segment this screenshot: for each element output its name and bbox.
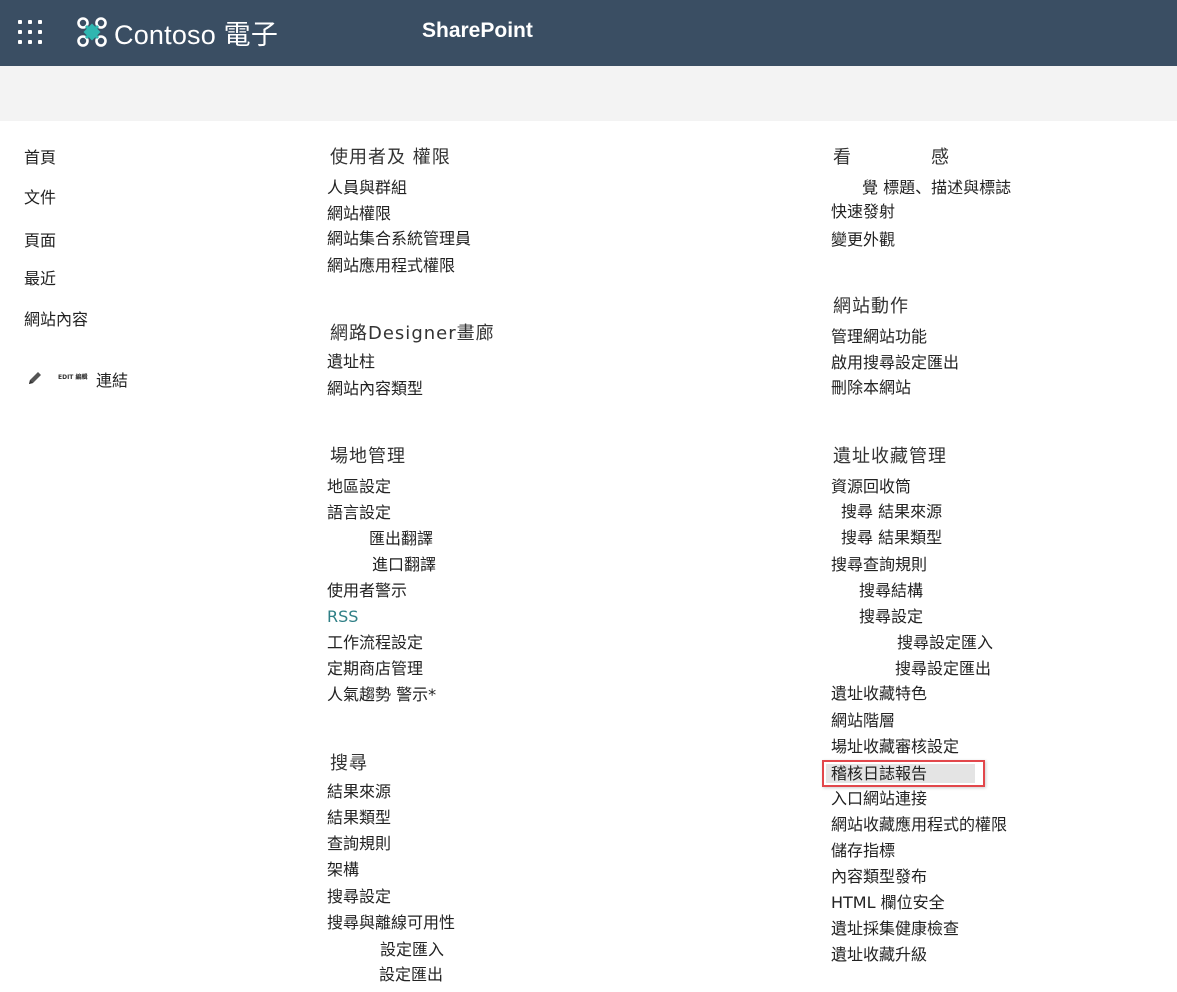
settings-link[interactable]: 網站應用程式權限 (327, 256, 455, 276)
settings-link[interactable]: 搜尋設定匯入 (897, 633, 993, 653)
nav-item-documents[interactable]: 文件 (24, 188, 56, 208)
nav-item-recent[interactable]: 最近 (24, 269, 56, 289)
settings-link[interactable]: 遺址採集健康檢查 (831, 919, 959, 939)
section-heading: 場地管理 (330, 446, 406, 467)
settings-link[interactable]: 設定匯出 (379, 965, 443, 985)
settings-link[interactable]: 網站階層 (831, 711, 895, 731)
app-name[interactable]: SharePoint (422, 19, 533, 43)
nav-item-pages[interactable]: 頁面 (24, 231, 56, 251)
edit-links-link[interactable]: 連結 (96, 371, 128, 391)
section-heading: 遺址收藏管理 (833, 446, 947, 467)
settings-link[interactable]: 遺址柱 (327, 352, 375, 372)
settings-link[interactable]: 結果來源 (327, 782, 391, 802)
settings-link[interactable]: 搜尋 結果來源 (841, 502, 942, 522)
settings-link[interactable]: 網站權限 (327, 204, 391, 224)
settings-link[interactable]: 搜尋設定匯出 (895, 659, 991, 679)
settings-link[interactable]: 啟用搜尋設定匯出 (831, 353, 959, 373)
settings-link[interactable]: 搜尋結構 (859, 581, 923, 601)
nav-item-site-contents[interactable]: 網站內容 (24, 310, 88, 330)
settings-link[interactable]: 進口翻譯 (372, 555, 436, 575)
settings-link[interactable]: 場址收藏審核設定 (831, 737, 959, 757)
settings-link[interactable]: 搜尋與離線可用性 (327, 913, 455, 933)
pencil-icon[interactable] (26, 369, 44, 387)
section-heading: 搜尋 (330, 753, 368, 774)
settings-link[interactable]: HTML 欄位安全 (831, 893, 945, 913)
section-heading: 網路Designer畫廊 (330, 323, 495, 344)
settings-link[interactable]: 語言設定 (327, 503, 391, 523)
settings-link[interactable]: 架構 (327, 860, 359, 880)
settings-link[interactable]: 工作流程設定 (327, 633, 423, 653)
settings-link[interactable]: 搜尋 結果類型 (841, 528, 942, 548)
rss-link[interactable]: RSS (327, 607, 358, 627)
settings-link[interactable]: 搜尋設定 (859, 607, 923, 627)
settings-link[interactable]: 管理網站功能 (831, 327, 927, 347)
audit-log-reports-link[interactable]: 稽核日誌報告 (831, 764, 927, 784)
command-bar (0, 66, 1177, 121)
settings-link[interactable]: 覺 標題、描述與標誌 (862, 178, 1011, 198)
settings-link[interactable]: 人氣趨勢 警示* (327, 685, 436, 705)
settings-link[interactable]: 地區設定 (327, 477, 391, 497)
edit-tag: EDIT 編輯 (58, 374, 88, 381)
settings-link[interactable]: 定期商店管理 (327, 659, 423, 679)
settings-link[interactable]: 匯出翻譯 (369, 529, 433, 549)
section-heading: 網站動作 (833, 296, 909, 317)
settings-link[interactable]: 刪除本網站 (831, 378, 911, 398)
settings-link[interactable]: 內容類型發布 (831, 867, 927, 887)
settings-link[interactable]: 網站內容類型 (327, 379, 423, 399)
section-heading: 使用者及 權限 (330, 147, 451, 168)
settings-link[interactable]: 資源回收筒 (831, 477, 911, 497)
settings-link[interactable]: 搜尋查詢規則 (831, 555, 927, 575)
section-heading: 看 (833, 147, 852, 168)
settings-link[interactable]: 人員與群組 (327, 178, 407, 198)
settings-link[interactable]: 結果類型 (327, 808, 391, 828)
settings-link[interactable]: 使用者警示 (327, 581, 407, 601)
settings-link[interactable]: 變更外觀 (831, 230, 895, 250)
section-heading: 感 (931, 147, 950, 168)
settings-link[interactable]: 設定匯入 (380, 940, 444, 960)
settings-link[interactable]: 儲存指標 (831, 841, 895, 861)
settings-link[interactable]: 搜尋設定 (327, 887, 391, 907)
settings-link[interactable]: 快速發射 (831, 202, 895, 222)
settings-link[interactable]: 入口網站連接 (831, 789, 927, 809)
settings-link[interactable]: 網站集合系統管理員 (327, 229, 471, 249)
settings-link[interactable]: 網站收藏應用程式的權限 (831, 815, 1007, 835)
settings-link[interactable]: 查詢規則 (327, 834, 391, 854)
settings-link[interactable]: 遺址收藏升級 (831, 945, 927, 965)
suite-bar: Contoso 電子 SharePoint (0, 0, 1177, 66)
settings-link[interactable]: 遺址收藏特色 (831, 684, 927, 704)
app-launcher-icon[interactable] (18, 20, 42, 44)
brand[interactable]: Contoso 電子 (76, 14, 278, 50)
nav-item-home[interactable]: 首頁 (24, 148, 56, 168)
contoso-logo-icon (77, 17, 107, 47)
brand-name: Contoso 電子 (114, 19, 279, 50)
